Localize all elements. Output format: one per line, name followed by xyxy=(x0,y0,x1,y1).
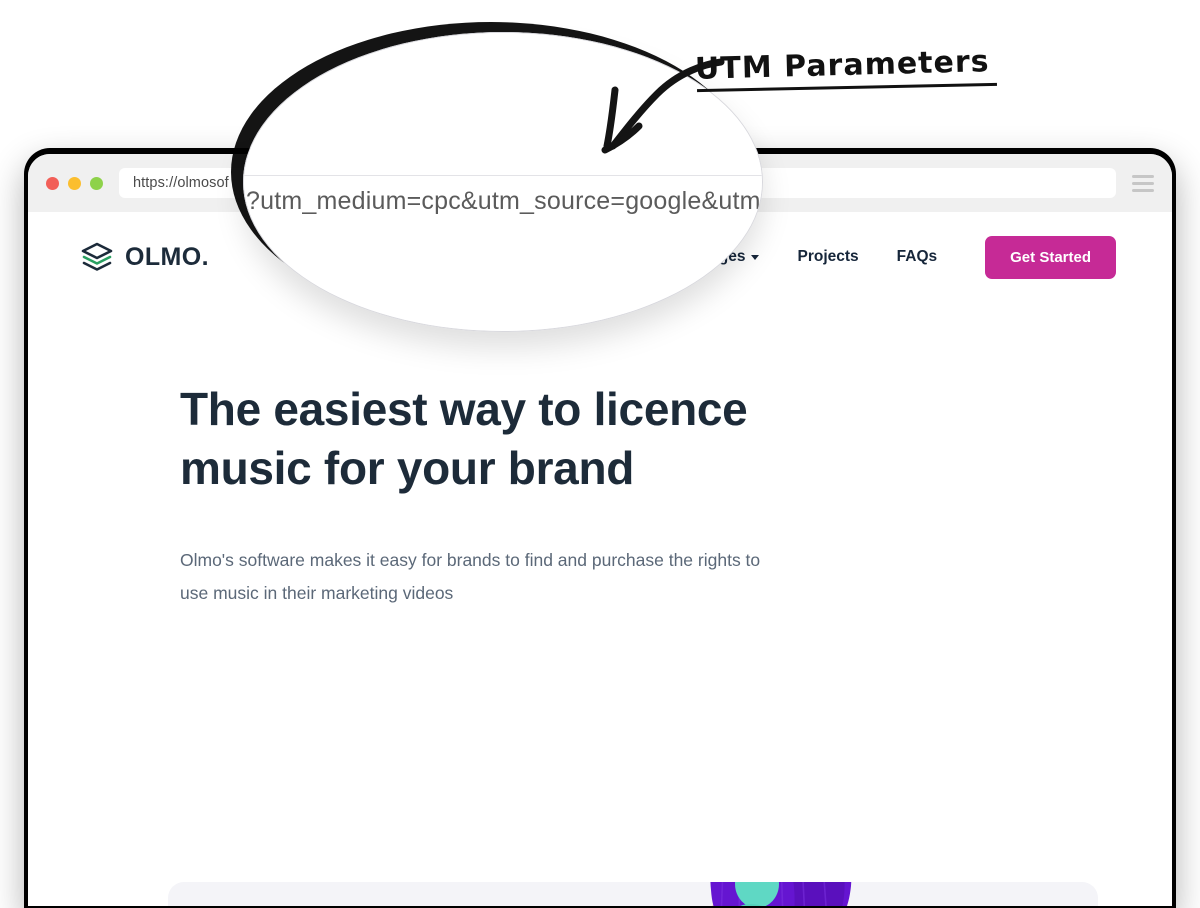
get-started-button[interactable]: Get Started xyxy=(985,235,1116,279)
nav-label: Projects xyxy=(797,248,859,265)
close-window-button[interactable] xyxy=(46,176,59,190)
nav-label: FAQs xyxy=(896,248,938,265)
annotation-label: UTM Parameters xyxy=(694,44,990,87)
showcase-card: OLMO. xyxy=(168,882,1098,906)
brand-logo[interactable]: OLMO. xyxy=(80,242,209,272)
hero-subtitle: Olmo's software makes it easy for brands… xyxy=(180,550,761,603)
magnified-url-text: ?utm_medium=cpc&utm_source=google&utm_ca… xyxy=(246,186,762,215)
nav-item-projects[interactable]: Projects xyxy=(797,248,858,266)
hero-headline: The easiest way to licence music for you… xyxy=(180,383,748,494)
stacked-layers-logo-icon xyxy=(81,242,113,271)
brand-wordmark: OLMO. xyxy=(125,242,209,271)
nav-item-faqs[interactable]: FAQs xyxy=(897,248,937,266)
address-bar-text: https://olmosof xyxy=(133,175,229,191)
window-traffic-lights xyxy=(46,176,103,190)
magnified-address-bar: ?utm_medium=cpc&utm_source=google&utm_ca… xyxy=(244,175,762,227)
hamburger-menu-icon[interactable] xyxy=(1132,174,1154,192)
hero-section: The easiest way to licence music for you… xyxy=(28,302,1172,610)
maximize-window-button[interactable] xyxy=(90,176,103,190)
magnified-page-background: MO. Home About ges xyxy=(244,225,762,331)
model-photo xyxy=(710,882,852,906)
minimize-window-button[interactable] xyxy=(68,176,81,190)
